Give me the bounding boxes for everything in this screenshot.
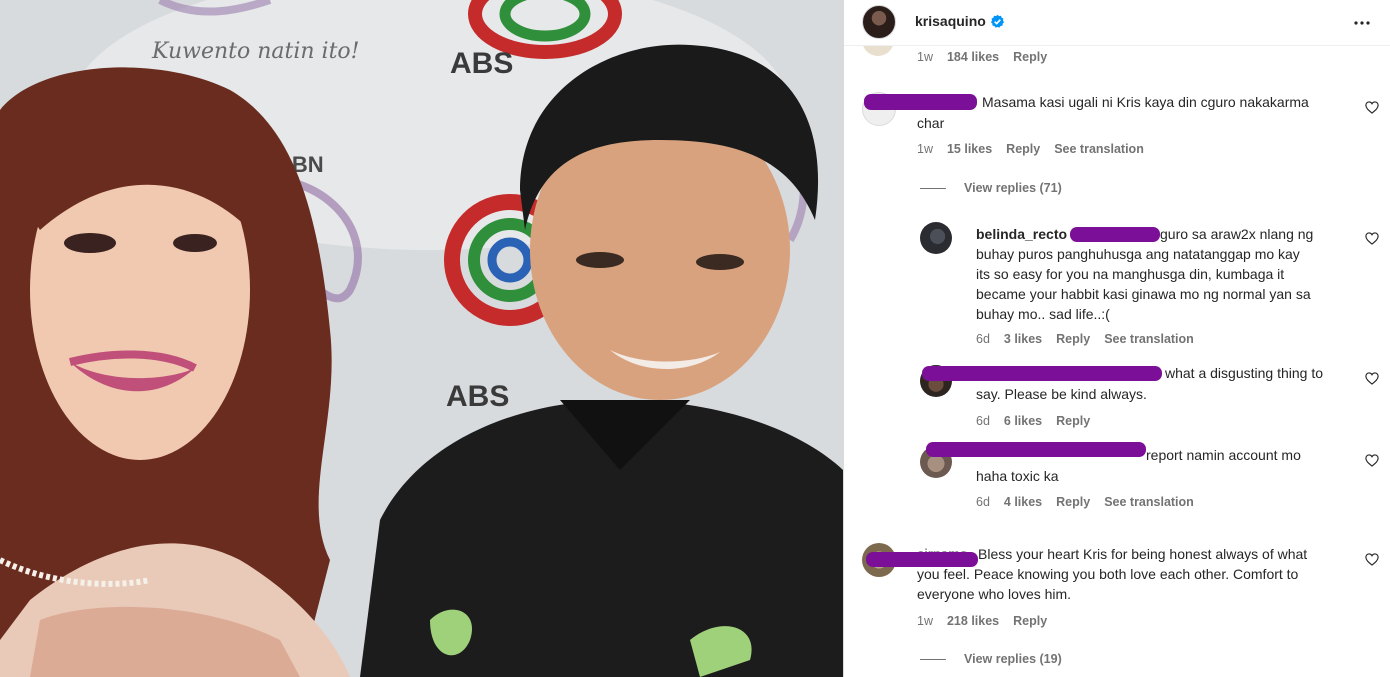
verified-badge-icon — [990, 14, 1005, 28]
view-replies-button[interactable]: View replies (19) — [920, 652, 1062, 666]
comment-meta: 1w 218 likes Reply — [917, 614, 1061, 628]
comment-text: you feel. Peace knowing you both love ea… — [917, 566, 1299, 582]
like-heart-icon[interactable] — [1365, 232, 1379, 245]
reply-meta: 6d 4 likes Reply See translation — [976, 495, 1208, 509]
view-replies-button[interactable]: View replies (71) — [920, 181, 1062, 195]
reply-button[interactable]: Reply — [1013, 50, 1047, 64]
redaction-bar — [1070, 227, 1160, 242]
owner-username[interactable]: krisaquino — [915, 13, 986, 29]
more-options-icon[interactable] — [1353, 14, 1371, 32]
comment-text: Bless your heart Kris for being honest a… — [978, 546, 1308, 562]
reply-meta: 6d 3 likes Reply See translation — [976, 332, 1208, 346]
post-header: krisaquino — [844, 0, 1390, 46]
redaction-bar — [922, 366, 1162, 381]
reply-button[interactable]: Reply — [1013, 614, 1047, 628]
reply-meta: 6d 6 likes Reply — [976, 414, 1104, 428]
commenter-avatar[interactable] — [920, 222, 952, 254]
reply-button[interactable]: Reply — [1056, 414, 1090, 428]
comment-likes[interactable]: 184 likes — [947, 50, 999, 64]
like-heart-icon[interactable] — [1365, 454, 1379, 467]
like-heart-icon[interactable] — [1365, 372, 1379, 385]
comment-text: everyone who loves him. — [917, 586, 1072, 602]
see-translation-button[interactable]: See translation — [1054, 142, 1144, 156]
reply-text: buhay mo.. sad life..:( — [976, 306, 1110, 322]
reply-text: its so easy for you na manghusga din, ku… — [976, 266, 1285, 282]
comment-time: 6d — [976, 495, 990, 509]
comment-time: 1w — [917, 50, 933, 64]
banner-script-text: Kuwento natin ito! — [151, 39, 360, 64]
comment-likes[interactable]: 218 likes — [947, 614, 999, 628]
reply-button[interactable]: Reply — [1056, 332, 1090, 346]
owner-avatar[interactable] — [862, 5, 896, 39]
comment-likes[interactable]: 6 likes — [1004, 414, 1042, 428]
view-replies-label: View replies (71) — [964, 181, 1062, 195]
like-heart-icon[interactable] — [1365, 553, 1379, 566]
see-translation-button[interactable]: See translation — [1104, 495, 1194, 509]
logo-text-mid: ABS — [446, 380, 509, 413]
comment-time: 6d — [976, 414, 990, 428]
comment-likes[interactable]: 15 likes — [947, 142, 992, 156]
like-heart-icon[interactable] — [1365, 101, 1379, 114]
photo-illustration: Kuwento natin ito! ABS ABS CBN — [0, 0, 843, 677]
see-translation-button[interactable]: See translation — [1104, 332, 1194, 346]
comments-panel: krisaquino 1w 184 likes Reply Masama kas… — [843, 0, 1390, 677]
comment-meta: 1w 15 likes Reply See translation — [917, 142, 1158, 156]
reply-text: what a disgusting thing to — [1165, 365, 1323, 381]
reply-text: report namin account mo — [1146, 447, 1301, 463]
post-photo: Kuwento natin ito! ABS ABS CBN — [0, 0, 843, 677]
comment-meta: 1w 184 likes Reply — [917, 50, 1061, 64]
reply-text: say. Please be kind always. — [976, 386, 1147, 402]
comment-time: 6d — [976, 332, 990, 346]
reply-text: guro sa araw2x nlang ng — [1160, 226, 1314, 242]
comment-likes[interactable]: 4 likes — [1004, 495, 1042, 509]
reply-text: buhay puros panghuhusga ang natatanggap … — [976, 246, 1300, 262]
comment-likes[interactable]: 3 likes — [1004, 332, 1042, 346]
reply-text: haha toxic ka — [976, 468, 1059, 484]
comment-time: 1w — [917, 142, 933, 156]
view-replies-line — [920, 658, 946, 660]
comment-text: Masama kasi ugali ni Kris kaya din cguro… — [982, 94, 1309, 110]
logo-text-top: ABS — [450, 47, 513, 80]
view-replies-label: View replies (19) — [964, 652, 1062, 666]
reply-button[interactable]: Reply — [1006, 142, 1040, 156]
reply-button[interactable]: Reply — [1056, 495, 1090, 509]
commenter-username[interactable]: belinda_recto — [976, 226, 1067, 242]
reply-first-line: belinda_recto — [976, 224, 1067, 244]
comment-text-cont: char — [917, 115, 945, 131]
redaction-bar — [926, 442, 1146, 457]
reply-text: became your habbit kasi ginawa mo ng nor… — [976, 286, 1311, 302]
comment-time: 1w — [917, 614, 933, 628]
view-replies-line — [920, 187, 946, 189]
redaction-bar — [864, 94, 977, 110]
